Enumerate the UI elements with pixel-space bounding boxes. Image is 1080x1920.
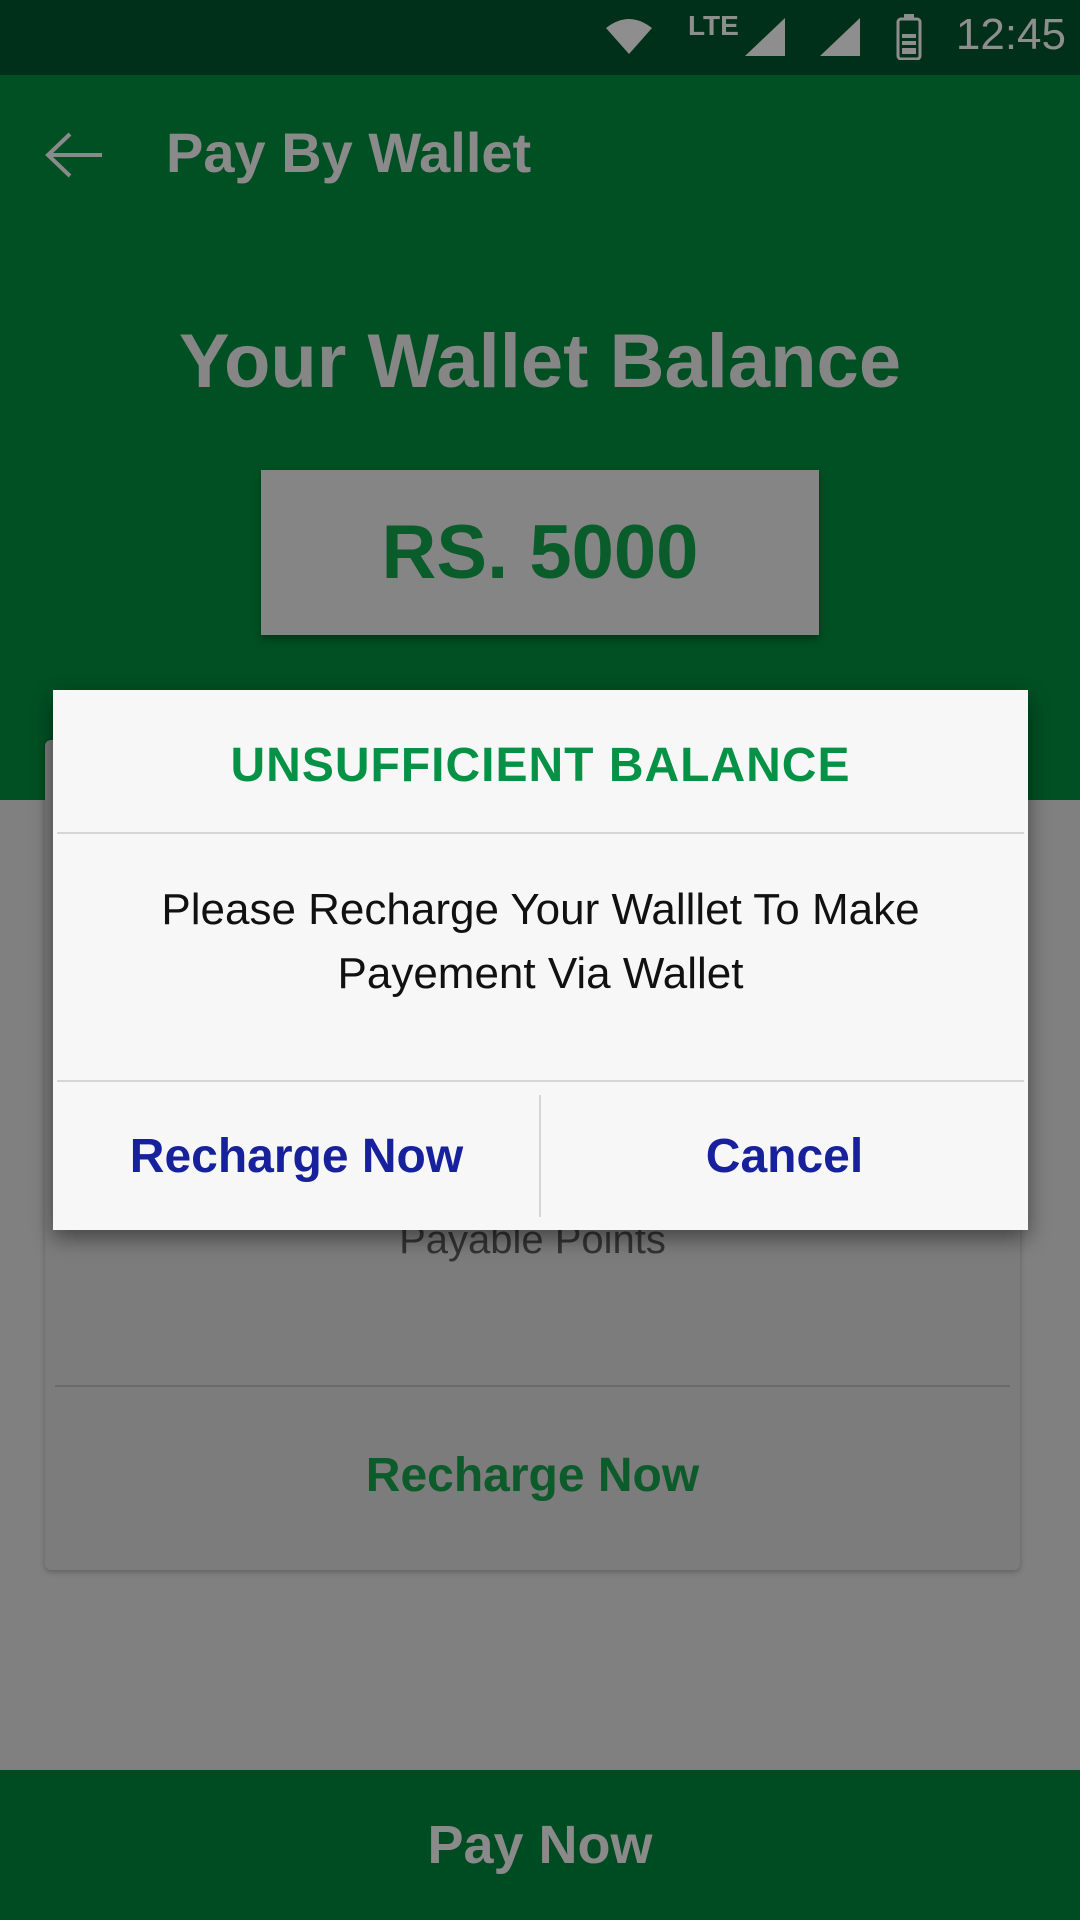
card-recharge-button[interactable]: Recharge Now [45,1448,1020,1503]
page-title: Pay By Wallet [166,121,532,184]
wifi-icon [606,19,652,54]
dialog-cancel-button[interactable]: Cancel [541,1082,1028,1230]
cell-signal-2-icon [820,18,860,56]
status-time: 12:45 [955,10,1066,59]
card-divider [55,1385,1010,1387]
dialog-divider [57,832,1024,834]
wallet-balance-box: RS. 5000 [261,470,819,635]
wallet-balance-heading: Your Wallet Balance [178,319,902,404]
back-arrow-icon[interactable] [44,130,104,180]
wallet-balance-value: RS. 5000 [381,510,699,595]
network-type-label: LTE [688,10,739,41]
battery-icon [896,14,922,60]
status-bar: LTE 12:45 [0,0,1080,75]
pay-now-button[interactable]: Pay Now [0,1770,1080,1920]
insufficient-balance-dialog: UNSUFFICIENT BALANCE Please Recharge You… [53,690,1028,1230]
pay-now-label: Pay Now [427,1815,653,1875]
cell-signal-icon [745,18,785,56]
dialog-recharge-now-button[interactable]: Recharge Now [53,1082,540,1230]
dialog-title: UNSUFFICIENT BALANCE [230,739,851,792]
dialog-message: Please Recharge Your Walllet To Make Pay… [161,885,920,998]
